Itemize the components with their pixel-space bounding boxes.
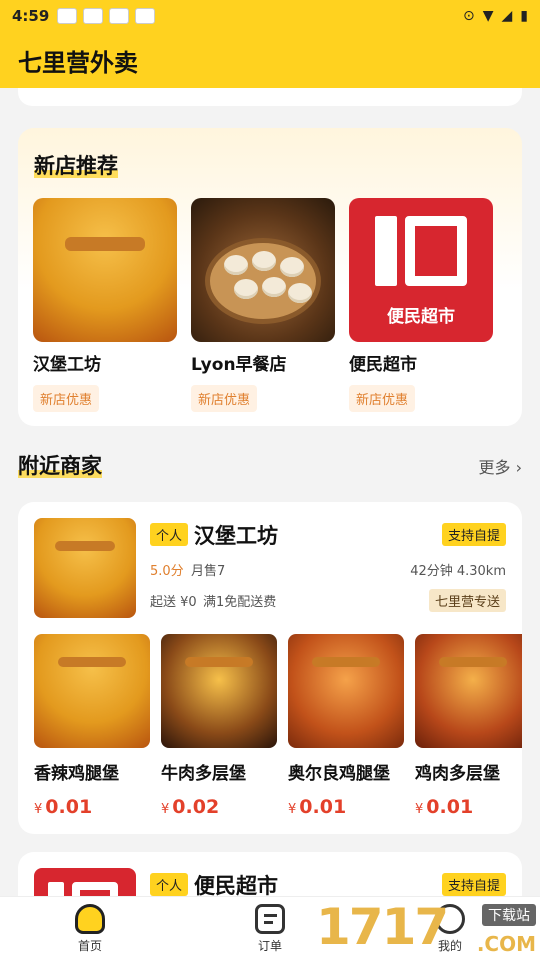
merchant-sales: 月售7 [191,564,226,579]
status-time: 4:59 [12,7,50,25]
status-bar: 4:59 ⊙ ▼ ◢ ▮ [0,0,540,32]
tab-home[interactable]: 首页 [0,897,180,960]
wifi-icon: ▼ [482,8,494,24]
product-item[interactable]: 奥尔良鸡腿堡 ¥0.01 [288,634,404,818]
new-shop-discount-tag: 新店优惠 [349,385,416,412]
free-shipping-info: 满1免配送费 [203,595,277,610]
new-shops-section: 新店推荐 汉堡工坊 新店优惠 Lyon早餐店 新店优惠 便民超市 便民超市 新店… [18,128,522,426]
merchant-name: 便民超市 [194,874,278,896]
dumpling-image [191,198,335,342]
merchant-name: 汉堡工坊 [194,524,278,548]
merchant-type-badge: 个人 [150,523,189,546]
merchant-card[interactable]: 个人 汉堡工坊 支持自提 5.0分 月售7 42分钟 4.30km 起送 ¥0 … [18,502,522,834]
burger-image [33,198,177,342]
product-item[interactable]: 鸡肉多层堡 ¥0.01 [415,634,522,818]
merchant-logo [34,868,136,896]
order-icon [255,903,285,934]
pickup-badge: 支持自提 [441,523,506,546]
product-price: ¥0.01 [415,796,474,818]
product-item[interactable]: 牛肉多层堡 ¥0.02 [161,634,277,818]
product-price: ¥0.02 [161,796,220,818]
previous-card-edge [18,88,522,106]
product-price: ¥0.01 [288,796,347,818]
new-shops-title: 新店推荐 [34,154,118,178]
product-image [288,634,404,748]
product-price: ¥0.01 [34,796,93,818]
tab-home-label: 首页 [77,938,102,953]
product-image [161,634,277,748]
merchant-type-badge: 个人 [150,873,189,896]
product-name: 牛肉多层堡 [161,764,246,784]
product-name: 香辣鸡腿堡 [34,764,119,784]
pickup-badge: 支持自提 [441,873,506,896]
location-icon: ⊙ [462,8,475,24]
notification-app-icon [57,8,78,24]
battery-icon: ▮ [520,8,528,24]
product-image [34,634,150,748]
min-order-price: 起送 ¥0 [150,595,197,610]
app-title: 七里营外卖 [18,48,138,77]
new-shop-discount-tag: 新店优惠 [33,385,100,412]
app-bar: 七里营外卖 [0,32,540,88]
notification-app-icon [83,8,104,24]
site-watermark: 1717 下载站 .COM [316,898,540,960]
shop-name: 便民超市 [349,355,417,375]
product-item[interactable]: 香辣鸡腿堡 ¥0.01 [34,634,150,818]
market-logo-image: 便民超市 [349,198,493,342]
nearby-header: 附近商家 更多 › [18,448,522,482]
download-icon [109,8,130,24]
merchant-time-distance: 42分钟 4.30km [410,564,506,579]
merchant-rating: 5.0分 [150,564,184,579]
more-link[interactable]: 更多 › [479,454,523,478]
product-name: 鸡肉多层堡 [415,764,500,784]
shop-name: Lyon早餐店 [191,355,287,375]
main-content[interactable]: 新店推荐 汉堡工坊 新店优惠 Lyon早餐店 新店优惠 便民超市 便民超市 新店… [0,88,540,896]
delivery-badge: 七里营专送 [428,589,506,612]
new-shop-discount-tag: 新店优惠 [191,385,258,412]
tab-orders-label: 订单 [257,938,282,953]
home-icon [75,903,105,934]
product-name: 奥尔良鸡腿堡 [288,764,390,784]
watermark-domain: .COM [476,932,536,956]
new-shop-tile[interactable]: Lyon早餐店 新店优惠 [191,198,335,412]
watermark-download-label: 下载站 [482,904,536,926]
new-shop-tile[interactable]: 便民超市 便民超市 新店优惠 [349,198,493,412]
shop-name: 汉堡工坊 [33,355,101,375]
merchant-card[interactable]: 个人 便民超市 支持自提 [18,852,522,896]
product-image [415,634,522,748]
merchant-logo [34,518,136,618]
new-shop-tile[interactable]: 汉堡工坊 新店优惠 [33,198,177,412]
signal-icon: ◢ [501,8,513,24]
market-logo-text: 便民超市 [387,307,455,327]
notification-app-icon [135,8,156,24]
nearby-title: 附近商家 [18,454,102,478]
watermark-number: 1717 [316,898,449,956]
